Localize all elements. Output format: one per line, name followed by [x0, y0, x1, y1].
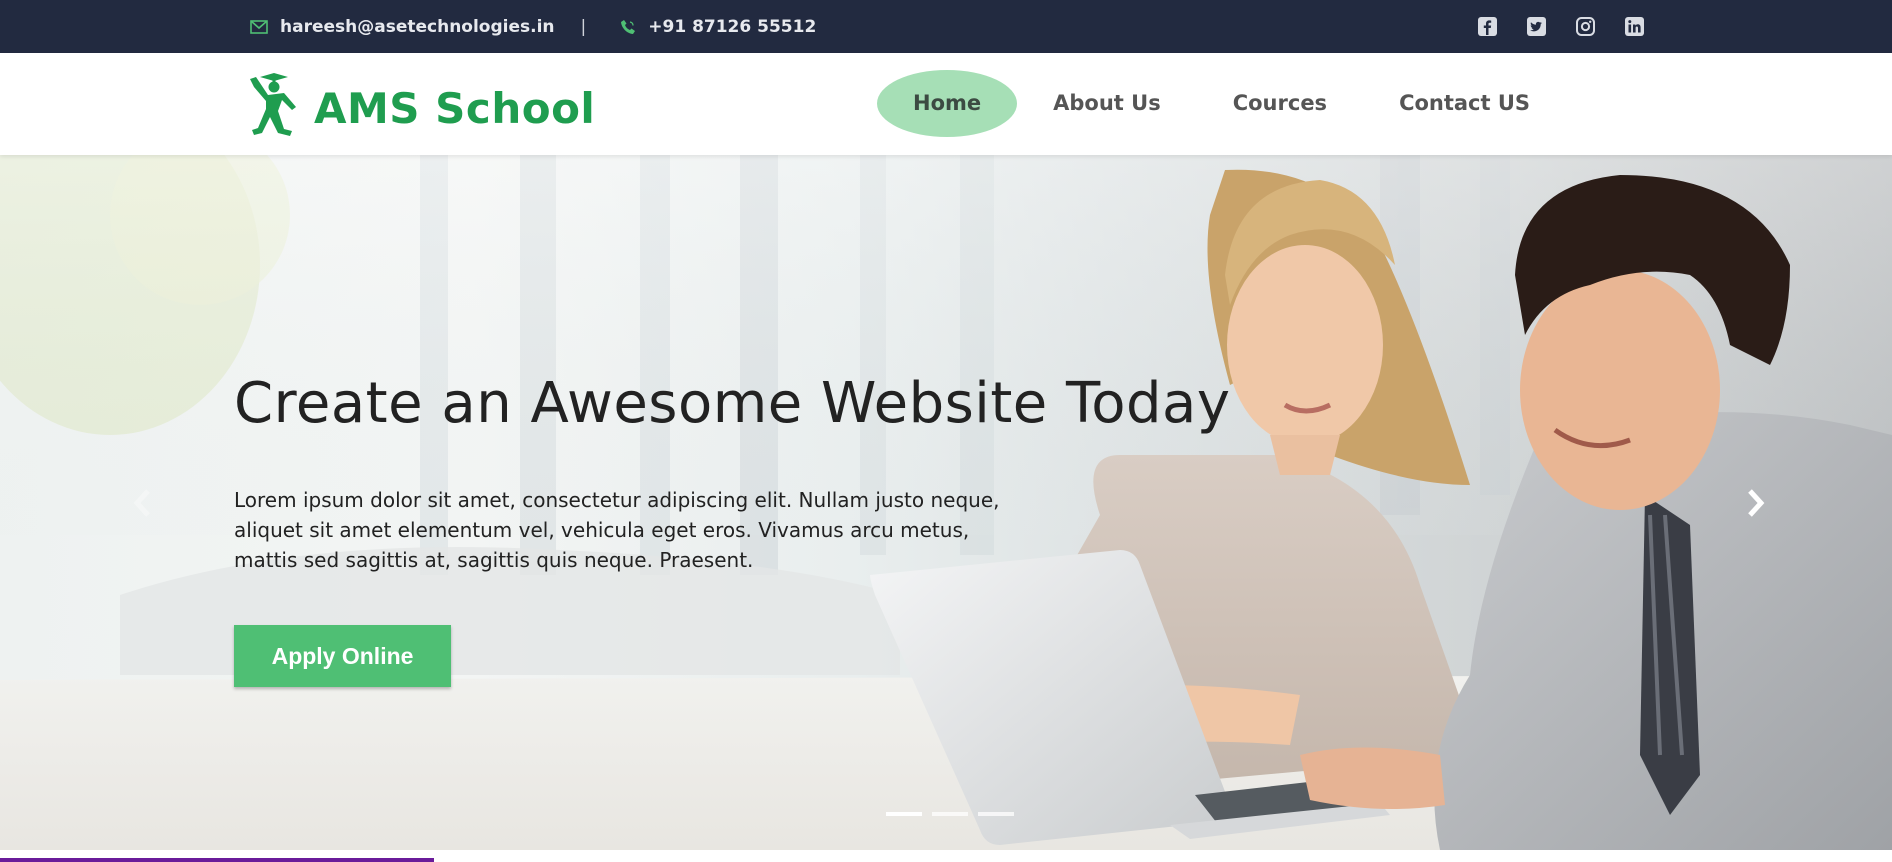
chevron-right-icon: [1746, 488, 1766, 522]
site-logo[interactable]: AMS School: [244, 73, 595, 143]
facebook-icon[interactable]: [1477, 16, 1498, 37]
contact-info: hareesh@asetechnologies.in | +91 87126 5…: [250, 0, 816, 53]
nav-cources[interactable]: Cources: [1197, 70, 1363, 137]
chevron-left-icon: [132, 488, 152, 522]
carousel-prev-button[interactable]: [122, 480, 162, 530]
carousel-indicator-2[interactable]: [932, 812, 968, 816]
page-accent-line: [0, 858, 434, 862]
apply-online-button[interactable]: Apply Online: [234, 625, 451, 687]
contact-separator: |: [580, 16, 587, 37]
twitter-icon[interactable]: [1526, 16, 1547, 37]
email-link[interactable]: hareesh@asetechnologies.in: [280, 17, 555, 37]
hero-description: Lorem ipsum dolor sit amet, consectetur …: [234, 488, 1000, 572]
main-nav: Home About Us Cources Contact US: [877, 70, 1566, 137]
nav-home[interactable]: Home: [877, 70, 1018, 137]
nav-about-us[interactable]: About Us: [1017, 70, 1197, 137]
brand-name: AMS School: [314, 83, 596, 133]
carousel-next-button[interactable]: [1736, 480, 1776, 530]
top-bar: hareesh@asetechnologies.in | +91 87126 5…: [0, 0, 1892, 53]
hero-slider: Create an Awesome Website Today Lorem ip…: [0, 155, 1892, 850]
linkedin-icon[interactable]: [1624, 16, 1645, 37]
carousel-indicator-1[interactable]: [886, 812, 922, 816]
graduate-figure-icon: [244, 73, 300, 143]
phone-link[interactable]: +91 87126 55512: [648, 17, 816, 37]
envelope-icon: [250, 19, 268, 34]
carousel-indicators: [886, 812, 1014, 816]
hero-title: Create an Awesome Website Today: [234, 371, 1231, 436]
social-links: [1477, 0, 1645, 53]
phone-icon: [620, 19, 636, 35]
site-header: AMS School Home About Us Cources Contact…: [0, 53, 1892, 155]
carousel-indicator-3[interactable]: [978, 812, 1014, 816]
nav-contact-us[interactable]: Contact US: [1363, 70, 1566, 137]
instagram-icon[interactable]: [1575, 16, 1596, 37]
